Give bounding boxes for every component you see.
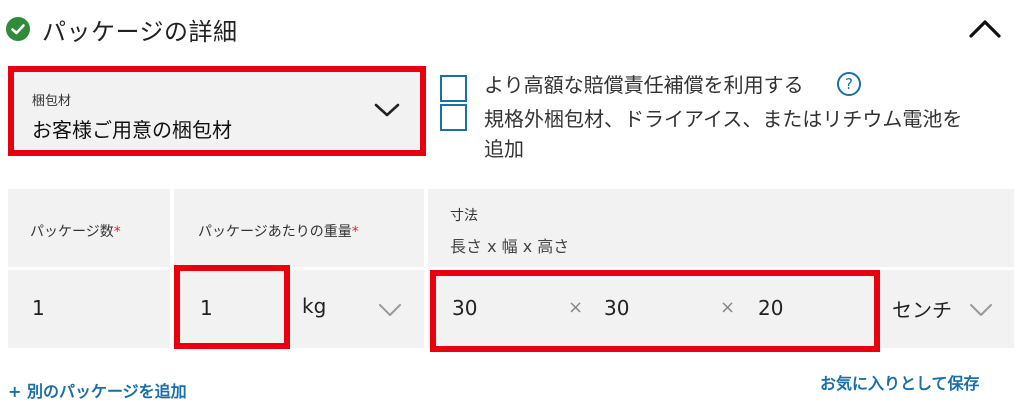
dimensions-subheader: 長さ x 幅 x 高さ [450,237,570,256]
chevron-up-icon[interactable] [968,14,1002,42]
add-package-link[interactable]: + 別のパッケージを追加 [8,378,187,402]
higher-liability-label: より高額な賠償責任補償を利用する [484,73,804,97]
help-icon[interactable]: ? [837,72,861,96]
section-title: パッケージの詳細 [42,18,238,46]
highlight-dimensions [430,270,880,352]
dimension-unit-chevron-down-icon[interactable] [968,302,994,318]
required-mark: * [351,224,359,240]
dimension-unit[interactable]: センチ [892,294,952,323]
package-count-header: パッケージ数 [30,224,114,240]
higher-liability-checkbox[interactable] [440,75,467,102]
non-standard-packaging-label-cont: 追加 [484,137,524,161]
non-standard-packaging-checkbox[interactable] [440,104,467,131]
highlight-packaging [8,66,426,156]
non-standard-packaging-label: 規格外梱包材、ドライアイス、またはリチウム電池を [484,107,963,131]
weight-unit-chevron-down-icon[interactable] [377,302,403,318]
save-favorite-link[interactable]: お気に入りとして保存 [820,370,980,394]
package-count-field[interactable]: 1 [8,270,170,348]
package-count-value: 1 [32,296,45,320]
package-details-header[interactable]: パッケージの詳細 [0,0,1024,56]
dimensions-header: 寸法 [450,208,478,224]
weight-header: パッケージあたりの重量 [198,224,352,240]
check-circle-icon [6,17,30,41]
required-mark: * [113,224,121,240]
header-package-count: パッケージ数* [8,189,170,267]
header-weight: パッケージあたりの重量* [174,189,424,267]
header-dimensions: 寸法 長さ x 幅 x 高さ [428,189,1014,267]
highlight-weight [174,265,290,349]
weight-unit[interactable]: kg [302,294,326,318]
